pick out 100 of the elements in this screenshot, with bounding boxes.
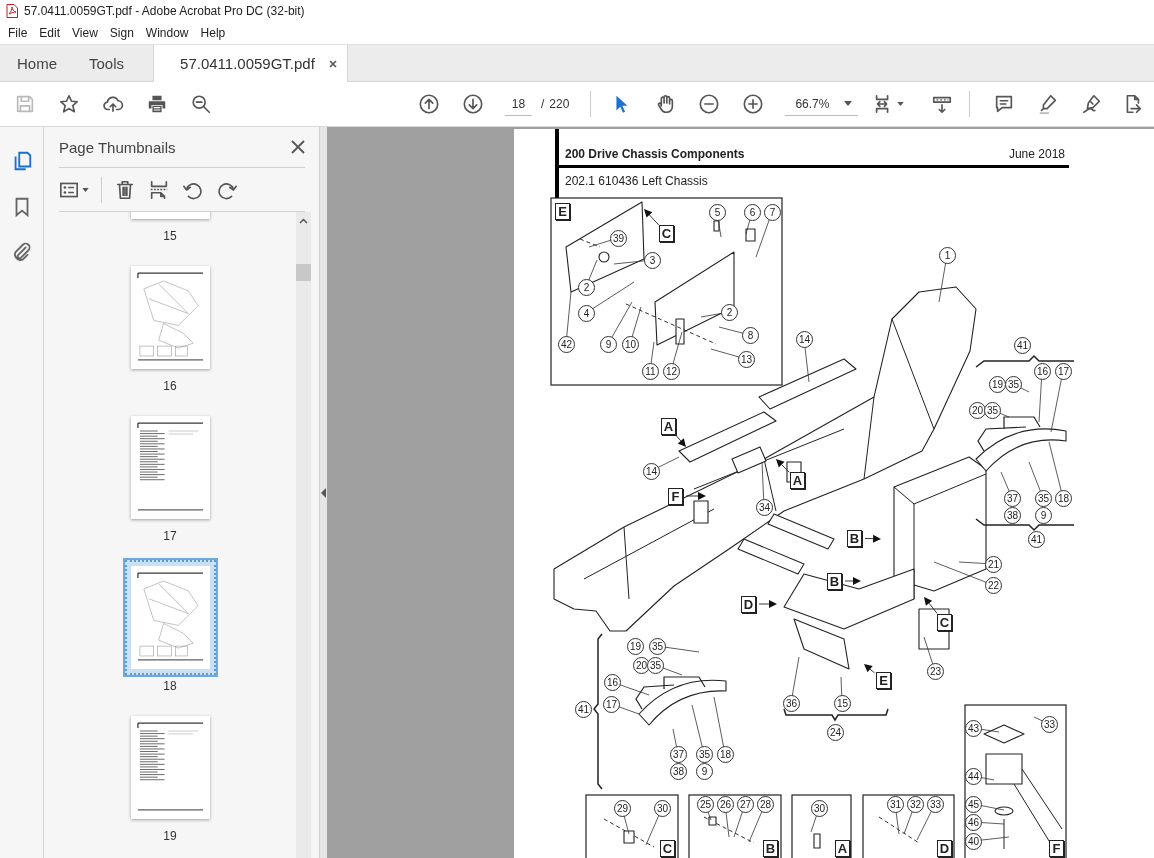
callout-number: 22	[985, 577, 1002, 594]
view-label: A	[835, 840, 850, 857]
list-icon	[59, 180, 79, 199]
callout-number: 33	[927, 796, 944, 813]
callout-number: 28	[757, 796, 774, 813]
callout-number: 35	[1035, 490, 1052, 507]
callout-number: 41	[1014, 337, 1031, 354]
callout-number: 1	[939, 247, 956, 264]
menu-item[interactable]: Help	[194, 24, 232, 42]
menu-item[interactable]: View	[66, 24, 104, 42]
panel-title: Page Thumbnails	[59, 138, 176, 156]
arrow-down-circle-icon[interactable]	[462, 93, 484, 115]
callout-number: 43	[965, 720, 982, 737]
page-separator: /	[541, 97, 545, 111]
search-icon[interactable]	[190, 93, 212, 115]
callout-number: 23	[927, 663, 944, 680]
detail-frame	[791, 794, 852, 858]
callout-number: 6	[744, 204, 761, 221]
callout-number: 14	[643, 463, 660, 480]
page-thumbnail[interactable]	[130, 266, 210, 369]
callout-number: 10	[622, 336, 639, 353]
pointer-arrow	[776, 459, 790, 473]
menu-item[interactable]: File	[2, 24, 34, 42]
zoom-dropdown[interactable]: 66.7%	[785, 92, 859, 116]
zoom-out-icon[interactable]	[698, 93, 721, 115]
callout-number: 3	[644, 252, 661, 269]
zoom-value: 66.7%	[795, 96, 830, 111]
callout-number: 11	[642, 363, 659, 380]
pointer-arrow	[674, 433, 686, 447]
scrollbar-thumb[interactable]	[296, 264, 311, 281]
view-label: B	[827, 573, 842, 590]
arrow-up-circle-icon[interactable]	[418, 93, 440, 115]
callout-number: 42	[558, 336, 575, 353]
pointer-arrow	[864, 534, 881, 543]
view-label: C	[660, 840, 675, 857]
scrollbar-track[interactable]	[296, 212, 311, 858]
pointer-arrow	[864, 664, 876, 674]
caret-icon	[897, 102, 905, 106]
callout-number: 8	[742, 327, 759, 344]
section-title: 200 Drive Chassis Components	[565, 146, 745, 161]
callout-number: 14	[796, 331, 813, 348]
callout-number: 35	[696, 746, 713, 763]
callout-number: 31	[887, 796, 904, 813]
caret-icon	[844, 101, 853, 106]
callout-number: 41	[1028, 531, 1045, 548]
callout-number: 2	[721, 304, 738, 321]
thumbnail-label: 19	[163, 829, 177, 843]
close-icon[interactable]	[291, 140, 305, 154]
view-label: E	[876, 672, 891, 689]
callout-number: 35	[649, 638, 666, 655]
tab[interactable]: Tools	[72, 45, 140, 81]
view-label: B	[847, 530, 862, 547]
insert-page-icon[interactable]	[148, 178, 170, 201]
page-thumbnail[interactable]	[130, 716, 210, 819]
pointer-arrow	[685, 492, 706, 500]
collapse-arrow-icon[interactable]	[320, 487, 327, 498]
menu-item[interactable]: Window	[139, 24, 195, 42]
page-date: June 2018	[1008, 146, 1065, 161]
callout-number: 45	[965, 796, 982, 813]
callout-number: 21	[985, 556, 1002, 573]
callout-number: 19	[627, 638, 644, 655]
callout-number: 17	[1055, 363, 1072, 380]
chevron-up-icon[interactable]	[299, 218, 308, 224]
callout-number: 29	[614, 800, 631, 817]
thumbnail-options-button[interactable]	[59, 180, 89, 199]
callout-number: 32	[907, 796, 924, 813]
tab[interactable]: 57.0411.0059GT.pdf	[153, 45, 348, 82]
callout-number: 18	[717, 746, 734, 763]
menu-item[interactable]: Edit	[33, 24, 67, 42]
close-icon[interactable]	[328, 59, 337, 68]
callout-number: 9	[1035, 507, 1052, 524]
zoom-in-icon[interactable]	[742, 93, 765, 115]
callout-number: 13	[738, 351, 755, 368]
callout-number: 17	[603, 696, 620, 713]
callout-number: 16	[604, 674, 621, 691]
view-label: C	[937, 614, 952, 631]
view-label: F	[668, 488, 683, 505]
menu-item[interactable]: Sign	[103, 24, 140, 42]
callout-number: 38	[670, 763, 687, 780]
callout-number: 41	[575, 701, 592, 718]
callout-number: 30	[811, 800, 828, 817]
window-title: 57.0411.0059GT.pdf - Adobe Acrobat Pro DC (32-bit)	[24, 4, 305, 18]
star-icon[interactable]	[58, 93, 80, 115]
thumbnail-label: 17	[163, 529, 177, 543]
figure-title: 202.1 610436 Left Chassis	[564, 173, 709, 188]
callout-number: 33	[1041, 716, 1058, 733]
pdf-app-icon	[6, 4, 18, 18]
tab[interactable]: Home	[0, 45, 72, 81]
callout-number: 26	[717, 796, 734, 813]
callout-number: 37	[1004, 490, 1021, 507]
view-label: F	[1049, 840, 1064, 857]
callout-number: 30	[654, 800, 671, 817]
callout-number: 20	[969, 402, 986, 419]
view-label: E	[555, 203, 570, 220]
page-number-field[interactable]: 18	[505, 92, 532, 116]
view-label: A	[790, 472, 805, 489]
print-icon[interactable]	[146, 93, 168, 115]
trash-icon[interactable]	[114, 178, 136, 201]
page-thumbnail[interactable]	[130, 416, 210, 519]
pointer-arrow	[844, 577, 861, 585]
